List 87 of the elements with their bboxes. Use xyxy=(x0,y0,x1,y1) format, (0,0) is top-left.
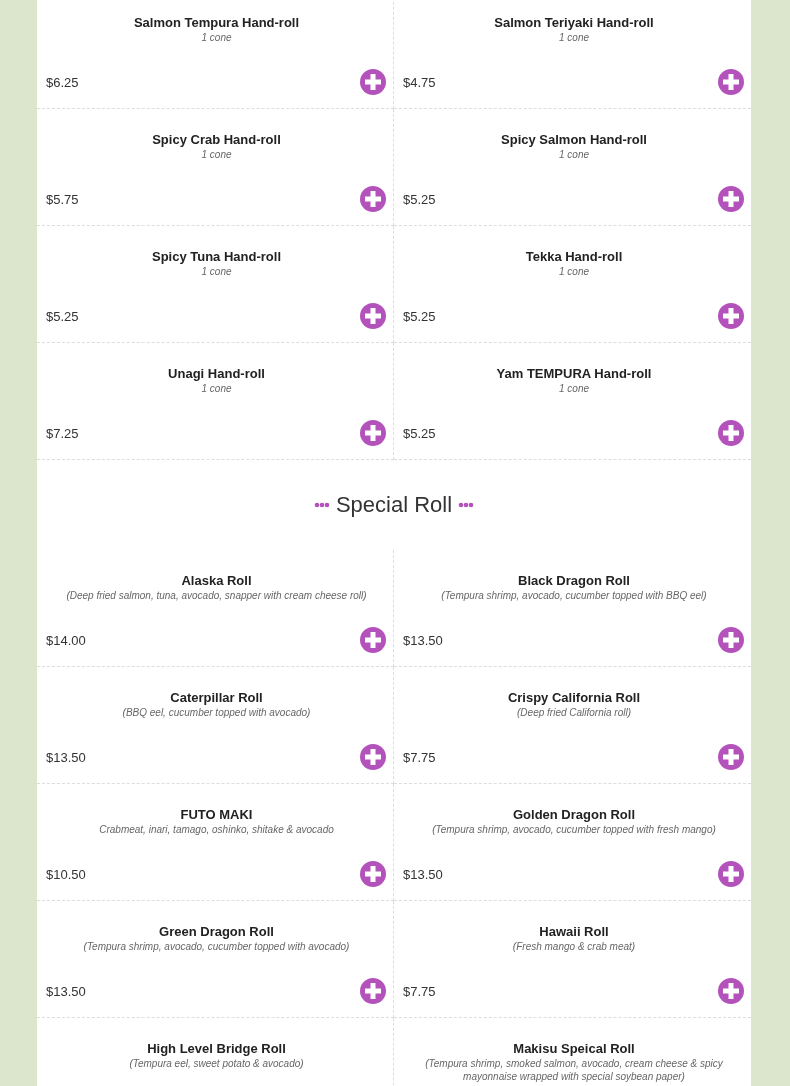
plus-icon xyxy=(359,626,387,654)
plus-icon xyxy=(717,68,745,96)
item-price: $13.50 xyxy=(403,866,443,882)
plus-icon xyxy=(717,626,745,654)
item-price: $6.25 xyxy=(46,74,79,90)
item-name: FUTO MAKI xyxy=(179,807,254,823)
item-name: Spicy Tuna Hand-roll xyxy=(150,249,283,265)
plus-icon xyxy=(717,860,745,888)
add-button[interactable] xyxy=(717,185,745,213)
plus-icon xyxy=(359,860,387,888)
item-name: Green Dragon Roll xyxy=(158,924,275,940)
add-button[interactable] xyxy=(359,626,387,654)
item-name: Unagi Hand-roll xyxy=(167,366,266,382)
plus-icon xyxy=(359,185,387,213)
item-name: Alaska Roll xyxy=(180,573,253,589)
section-title: Special Roll xyxy=(335,492,453,518)
plus-icon xyxy=(717,185,745,213)
item-name: High Level Bridge Roll xyxy=(146,1041,287,1057)
item-description: (Tempura shrimp, smoked salmon, avocado, cream cheese & spicy mayonnaise wrapped with special soybean paper) xyxy=(424,1057,724,1083)
add-button[interactable] xyxy=(717,860,745,888)
item-description: (Tempura shrimp, avocado, cucumber topped with avocado) xyxy=(82,940,351,953)
item-name: Hawaii Roll xyxy=(538,924,610,940)
item-price: $5.75 xyxy=(46,191,79,207)
add-button[interactable] xyxy=(359,185,387,213)
add-button[interactable] xyxy=(717,302,745,330)
item-description: (Deep fried California roll) xyxy=(516,706,632,719)
item-price: $13.50 xyxy=(46,983,86,999)
item-name: Tekka Hand-roll xyxy=(524,249,624,265)
add-button[interactable] xyxy=(717,743,745,771)
item-price: $5.25 xyxy=(403,191,436,207)
dots-icon xyxy=(458,502,475,508)
plus-icon xyxy=(717,302,745,330)
item-name: Salmon Teriyaki Hand-roll xyxy=(493,15,655,31)
item-price: $13.50 xyxy=(403,632,443,648)
plus-icon xyxy=(359,977,387,1005)
item-price: $13.50 xyxy=(46,749,86,765)
plus-icon xyxy=(359,302,387,330)
item-description: 1 cone xyxy=(558,31,590,44)
item-price: $7.75 xyxy=(403,983,436,999)
item-price: $10.50 xyxy=(46,866,86,882)
item-description: Crabmeat, inari, tamago, oshinko, shitake & avocado xyxy=(98,823,335,836)
item-price: $5.25 xyxy=(403,308,436,324)
item-price: $4.75 xyxy=(403,74,436,90)
plus-icon xyxy=(717,743,745,771)
item-name: Makisu Speical Roll xyxy=(512,1041,636,1057)
item-name: Yam TEMPURA Hand-roll xyxy=(495,366,653,382)
item-description: 1 cone xyxy=(558,382,590,395)
item-price: $7.75 xyxy=(403,749,436,765)
item-price: $5.25 xyxy=(403,425,436,441)
add-button[interactable] xyxy=(359,419,387,447)
item-description: 1 cone xyxy=(558,265,590,278)
item-description: 1 cone xyxy=(200,265,233,278)
item-description: (Tempura shrimp, avocado, cucumber topped with fresh mango) xyxy=(431,823,717,836)
add-button[interactable] xyxy=(717,419,745,447)
item-description: (Fresh mango & crab meat) xyxy=(511,940,637,953)
item-description: (Tempura eel, sweet potato & avocado) xyxy=(128,1057,305,1070)
item-name: Salmon Tempura Hand-roll xyxy=(132,15,301,31)
add-button[interactable] xyxy=(717,68,745,96)
add-button[interactable] xyxy=(359,743,387,771)
plus-icon xyxy=(359,419,387,447)
item-description: 1 cone xyxy=(200,382,233,395)
dots-icon xyxy=(313,502,330,508)
add-button[interactable] xyxy=(717,977,745,1005)
add-button[interactable] xyxy=(359,860,387,888)
add-button[interactable] xyxy=(359,302,387,330)
item-name: Spicy Crab Hand-roll xyxy=(151,132,282,148)
item-name: Spicy Salmon Hand-roll xyxy=(500,132,648,148)
add-button[interactable] xyxy=(359,68,387,96)
plus-icon xyxy=(359,743,387,771)
item-price: $7.25 xyxy=(46,425,79,441)
plus-icon xyxy=(717,977,745,1005)
item-description: 1 cone xyxy=(558,148,590,161)
item-price: $5.25 xyxy=(46,308,79,324)
item-name: Golden Dragon Roll xyxy=(511,807,637,823)
item-description: 1 cone xyxy=(200,31,233,44)
add-button[interactable] xyxy=(359,977,387,1005)
item-name: Caterpillar Roll xyxy=(169,690,264,706)
item-description: (Tempura shrimp, avocado, cucumber topped with BBQ eel) xyxy=(440,589,708,602)
item-name: Crispy California Roll xyxy=(506,690,642,706)
item-name: Black Dragon Roll xyxy=(517,573,631,589)
plus-icon xyxy=(359,68,387,96)
item-price: $14.00 xyxy=(46,632,86,648)
plus-icon xyxy=(717,419,745,447)
item-description: (Deep fried salmon, tuna, avocado, snapper with cream cheese roll) xyxy=(65,589,368,602)
add-button[interactable] xyxy=(717,626,745,654)
item-description: (BBQ eel, cucumber topped with avocado) xyxy=(121,706,312,719)
item-description: 1 cone xyxy=(200,148,233,161)
